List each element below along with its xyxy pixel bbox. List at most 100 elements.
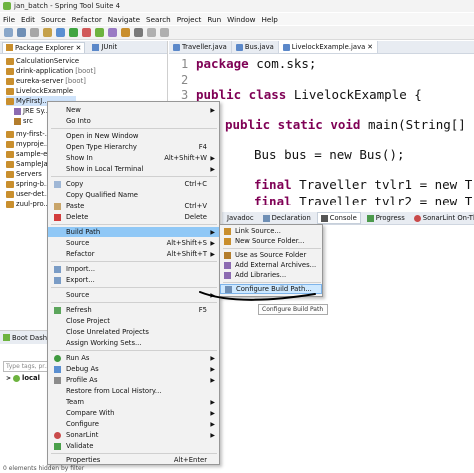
code-line: public static void main(String[] ar bbox=[225, 117, 474, 132]
tab-declaration[interactable]: Declaration bbox=[260, 213, 314, 223]
stop-icon[interactable] bbox=[82, 28, 91, 37]
tree-item-spring-b[interactable]: spring-b... bbox=[6, 179, 50, 189]
menu-item-copy-qualified-name[interactable]: Copy Qualified Name bbox=[48, 190, 219, 200]
menu-file[interactable]: File bbox=[3, 15, 15, 24]
menu-help[interactable]: Help bbox=[261, 15, 277, 24]
search-icon[interactable] bbox=[134, 28, 143, 37]
menu-item-run-as[interactable]: Run As ▶ bbox=[48, 353, 219, 363]
spring-boot-icon[interactable] bbox=[95, 28, 104, 37]
package-icon[interactable] bbox=[108, 28, 117, 37]
menu-item-export[interactable]: Export... bbox=[48, 275, 219, 285]
menu-run[interactable]: Run bbox=[207, 15, 221, 24]
menu-item-new[interactable]: New ▶ bbox=[48, 105, 219, 115]
menu-item-import[interactable]: Import... bbox=[48, 264, 219, 274]
tab-traveller-java[interactable]: Traveller.java bbox=[169, 41, 232, 53]
tree-item-src[interactable]: src bbox=[14, 116, 33, 126]
tab-livelockexample-java[interactable]: LivelockExample.java ✕ bbox=[278, 41, 378, 53]
tab-package-explorer[interactable]: Package Explorer ✕ bbox=[2, 41, 86, 53]
submenu-item-add-external-archives[interactable]: Add External Archives... bbox=[220, 260, 322, 270]
run-icon bbox=[54, 354, 61, 362]
tree-item-zuul-pro[interactable]: zuul-pro... bbox=[6, 199, 50, 209]
menu-window[interactable]: Window bbox=[227, 15, 255, 24]
menu-item-show-in-local-terminal[interactable]: Show in Local Terminal ▶ bbox=[48, 164, 219, 174]
tab-bus-java[interactable]: Bus.java bbox=[232, 41, 279, 53]
debug-icon[interactable] bbox=[56, 28, 65, 37]
menu-item-source[interactable]: Source Alt+Shift+S ▶ bbox=[48, 238, 219, 248]
menu-item-configure[interactable]: Configure ▶ bbox=[48, 419, 219, 429]
menu-item-properties[interactable]: Properties Alt+Enter bbox=[48, 455, 219, 465]
menu-item-copy[interactable]: Copy Ctrl+C bbox=[48, 179, 219, 189]
close-icon[interactable]: ✕ bbox=[367, 43, 373, 51]
window-title: jan_batch - Spring Tool Suite 4 bbox=[14, 2, 121, 10]
menu-item-delete[interactable]: Delete Delete bbox=[48, 212, 219, 222]
tab-javadoc[interactable]: Javadoc bbox=[224, 213, 257, 223]
archive-icon bbox=[224, 261, 231, 269]
menu-search[interactable]: Search bbox=[146, 15, 171, 24]
folder-icon[interactable] bbox=[43, 28, 52, 37]
menu-item-show-in[interactable]: Show In Alt+Shift+W ▶ bbox=[48, 153, 219, 163]
submenu-arrow-icon: ▶ bbox=[210, 239, 215, 247]
tree-item-livelockexample[interactable]: LivelockExample bbox=[6, 86, 73, 96]
menu-separator bbox=[223, 248, 321, 249]
menu-refactor[interactable]: Refactor bbox=[72, 15, 102, 24]
menu-edit[interactable]: Edit bbox=[21, 15, 35, 24]
link-source-icon bbox=[224, 227, 231, 235]
tree-item-eureka-server[interactable]: eureka-server [boot] bbox=[6, 76, 86, 86]
tree-item-servers[interactable]: Servers bbox=[6, 169, 42, 179]
print-icon[interactable] bbox=[30, 28, 39, 37]
project-icon bbox=[6, 77, 14, 85]
tree-item-myproject[interactable]: myproje... bbox=[6, 139, 50, 149]
declaration-icon bbox=[262, 214, 270, 222]
menu-item-close-unrelated-projects[interactable]: Close Unrelated Projects bbox=[48, 327, 219, 337]
menu-project[interactable]: Project bbox=[177, 15, 202, 24]
submenu-item-use-as-source-folder[interactable]: Use as Source Folder bbox=[220, 250, 322, 260]
submenu-arrow-icon: ▶ bbox=[210, 365, 215, 373]
menu-item-sonarlint[interactable]: SonarLint ▶ bbox=[48, 430, 219, 440]
open-type-icon[interactable] bbox=[121, 28, 130, 37]
menu-item-validate[interactable]: Validate bbox=[48, 441, 219, 451]
line-number: 1 bbox=[181, 57, 189, 71]
menu-navigate[interactable]: Navigate bbox=[108, 15, 140, 24]
menu-item-profile-as[interactable]: Profile As ▶ bbox=[48, 375, 219, 385]
menu-item-restore-from-local-history[interactable]: Restore from Local History... bbox=[48, 386, 219, 396]
tab-sonarlint[interactable]: SonarLint On-The-Fly bbox=[411, 213, 474, 223]
run-icon[interactable] bbox=[69, 28, 78, 37]
menu-item-assign-working-sets[interactable]: Assign Working Sets... bbox=[48, 338, 219, 348]
java-file-icon bbox=[235, 43, 243, 51]
menu-item-refactor[interactable]: Refactor Alt+Shift+T ▶ bbox=[48, 249, 219, 259]
tree-item-user-det[interactable]: user-det... bbox=[6, 189, 51, 199]
forward-icon[interactable] bbox=[160, 28, 169, 37]
tab-console[interactable]: Console bbox=[316, 212, 361, 224]
submenu-item-new-source-folder[interactable]: New Source Folder... bbox=[220, 236, 322, 246]
menu-source[interactable]: Source bbox=[41, 15, 66, 24]
menu-item-compare-with[interactable]: Compare With ▶ bbox=[48, 408, 219, 418]
code-line: public class LivelockExample { bbox=[196, 87, 422, 102]
tab-junit[interactable]: JUnit bbox=[89, 42, 120, 52]
close-icon[interactable]: ✕ bbox=[76, 44, 82, 52]
submenu-item-add-libraries[interactable]: Add Libraries... bbox=[220, 270, 322, 280]
menu-separator bbox=[51, 302, 217, 303]
tab-progress[interactable]: Progress bbox=[364, 213, 408, 223]
menu-item-build-path[interactable]: Build Path ▶ bbox=[48, 227, 219, 237]
tree-item-jre-system[interactable]: JRE Sy... bbox=[14, 106, 50, 116]
tree-item-drink-application[interactable]: drink-application [boot] bbox=[6, 66, 96, 76]
chevron-right-icon[interactable]: > bbox=[6, 375, 11, 382]
menu-item-open-in-new-window[interactable]: Open in New Window bbox=[48, 131, 219, 141]
menu-item-close-project[interactable]: Close Project bbox=[48, 316, 219, 326]
submenu-arrow-icon: ▶ bbox=[210, 250, 215, 258]
boot-dashboard-local[interactable]: > local bbox=[6, 374, 40, 382]
back-icon[interactable] bbox=[147, 28, 156, 37]
menu-item-open-type-hierarchy[interactable]: Open Type Hierarchy F4 bbox=[48, 142, 219, 152]
menu-item-refresh[interactable]: Refresh F5 bbox=[48, 305, 219, 315]
menu-item-paste[interactable]: Paste Ctrl+V bbox=[48, 201, 219, 211]
tree-item-calculationservice[interactable]: CalculationService bbox=[6, 56, 79, 66]
save-icon[interactable] bbox=[17, 28, 26, 37]
submenu-item-link-source[interactable]: Link Source... bbox=[220, 226, 322, 236]
tree-item-my-first[interactable]: my-first-... bbox=[6, 129, 51, 139]
submenu-arrow-icon: ▶ bbox=[210, 431, 215, 439]
menu-item-debug-as[interactable]: Debug As ▶ bbox=[48, 364, 219, 374]
new-icon[interactable] bbox=[4, 28, 13, 37]
menu-item-team[interactable]: Team ▶ bbox=[48, 397, 219, 407]
menu-item-source-2[interactable]: Source ▶ bbox=[48, 290, 219, 300]
menu-item-go-into[interactable]: Go Into bbox=[48, 116, 219, 126]
